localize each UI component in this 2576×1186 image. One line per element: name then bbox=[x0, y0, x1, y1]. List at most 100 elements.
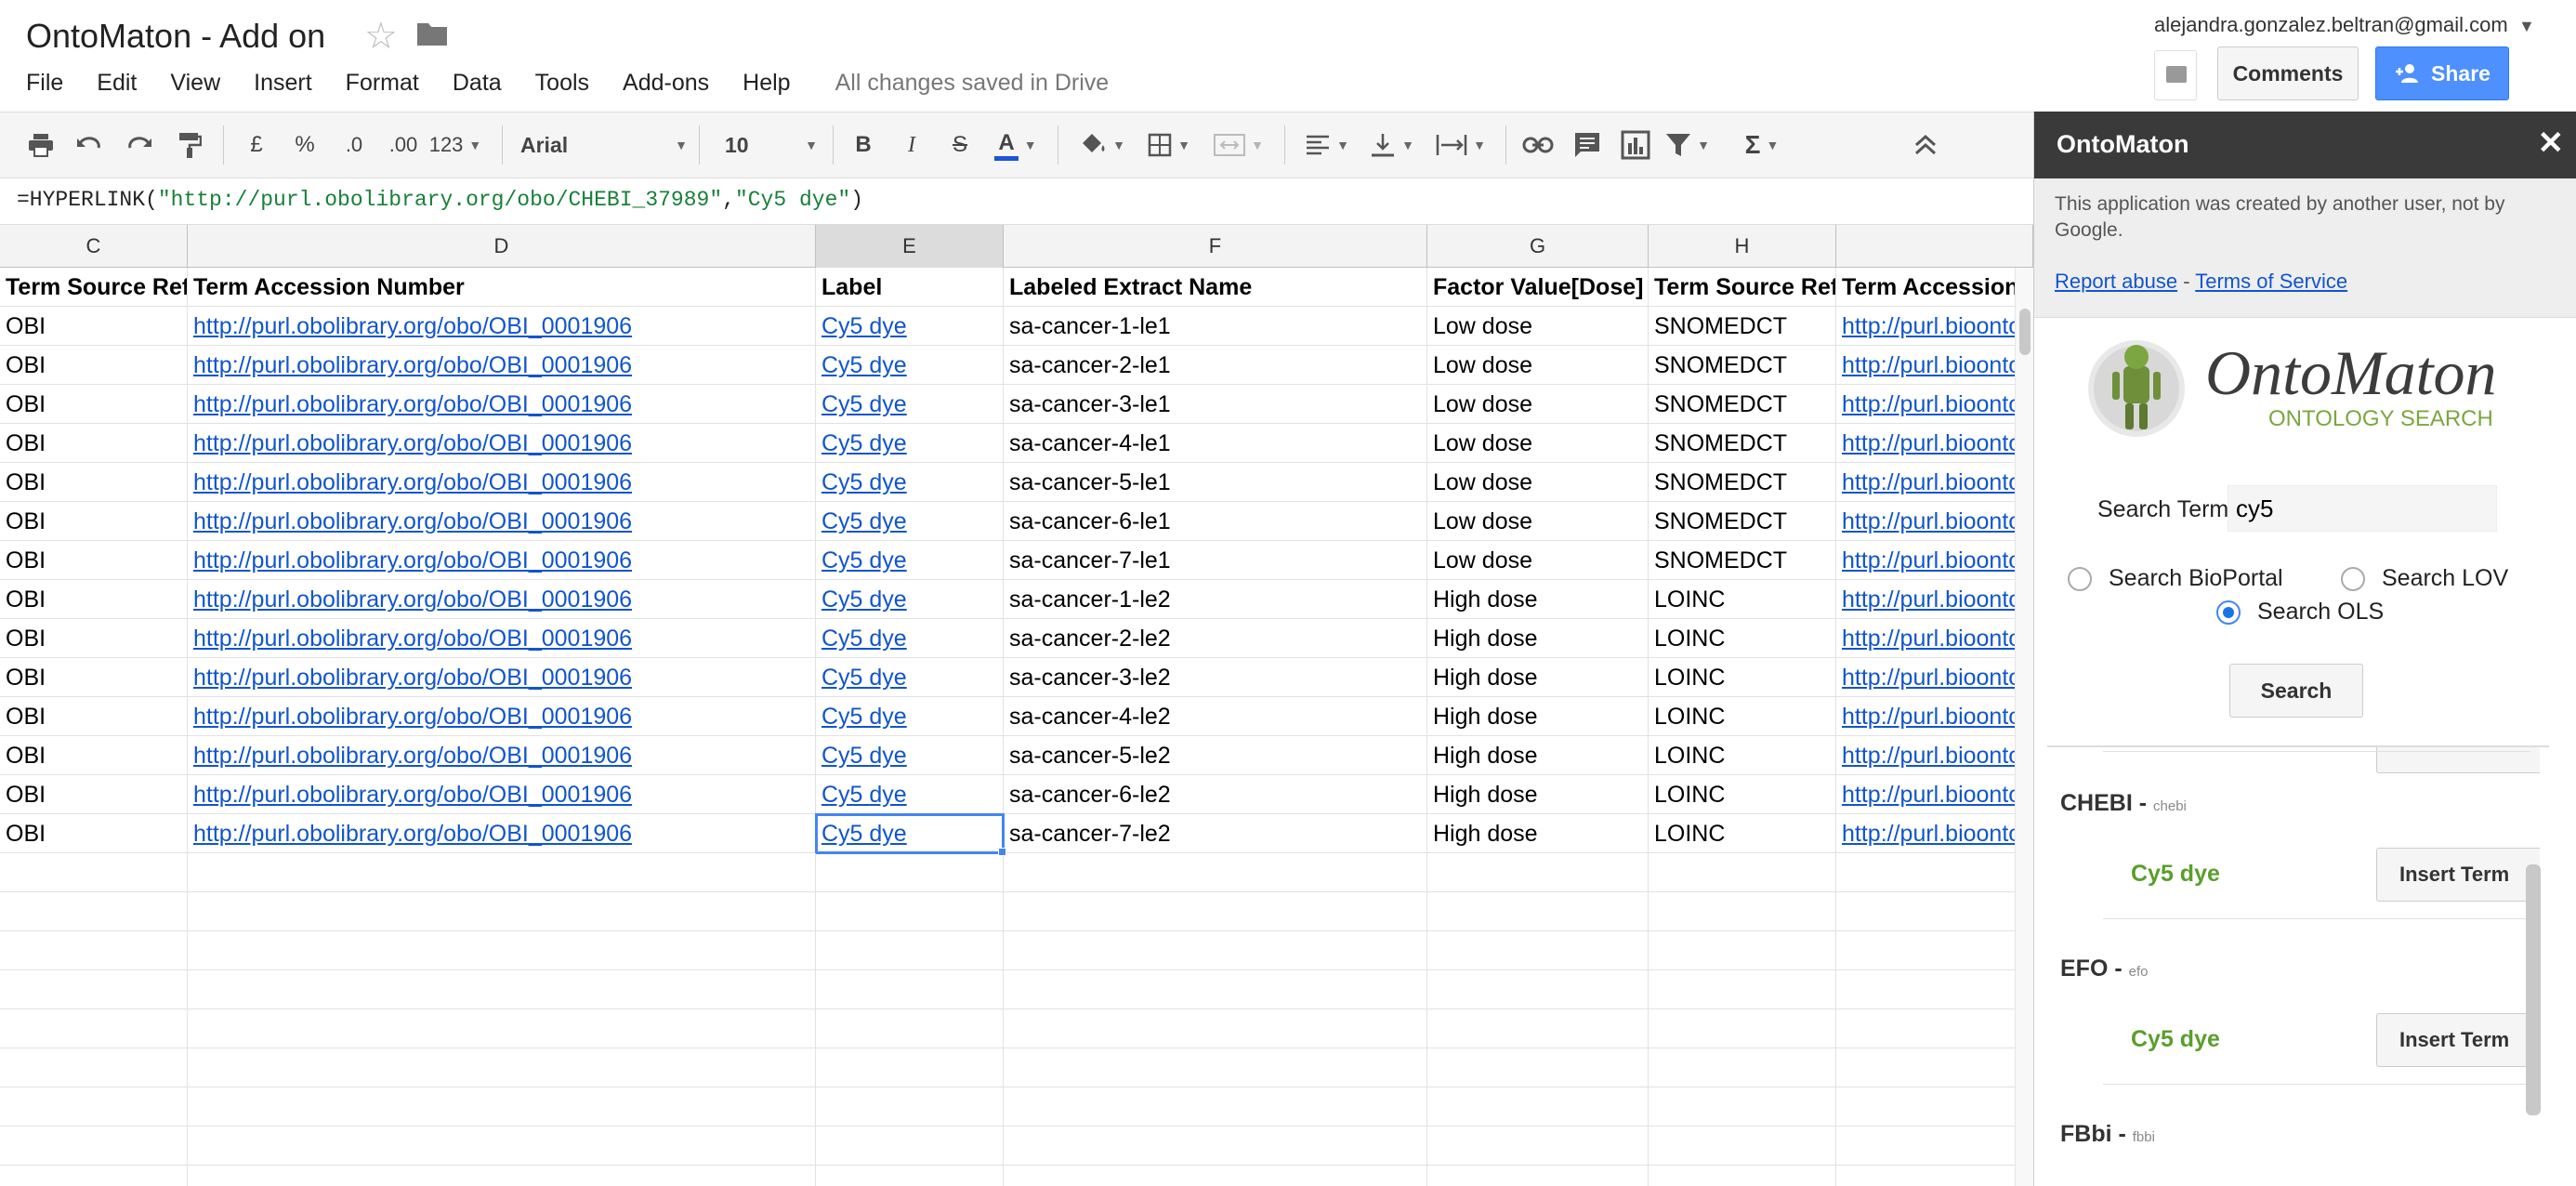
grid-cell[interactable]: OBI bbox=[0, 619, 188, 658]
empty-cell[interactable] bbox=[1836, 1127, 2033, 1166]
grid-cell[interactable]: sa-cancer-2-le2 bbox=[1004, 619, 1427, 658]
empty-cell[interactable] bbox=[1427, 1127, 1649, 1166]
grid-cell[interactable]: http://purl.obolibrary.org/obo/OBI_00019… bbox=[188, 541, 816, 580]
grid-cell[interactable]: OBI bbox=[0, 385, 188, 424]
print-icon[interactable] bbox=[24, 125, 58, 165]
menu-add-ons[interactable]: Add-ons bbox=[623, 70, 709, 97]
empty-cell[interactable] bbox=[188, 1048, 816, 1087]
font-size-dropdown[interactable]: 10 ▼ bbox=[725, 125, 818, 165]
grid-cell[interactable]: http://purl.bioontology.org bbox=[1836, 541, 2033, 580]
grid-cell[interactable]: sa-cancer-5-le1 bbox=[1004, 463, 1427, 502]
grid-cell[interactable]: http://purl.bioontology.org bbox=[1836, 697, 2033, 736]
report-abuse-link[interactable]: Report abuse bbox=[2055, 270, 2177, 293]
folder-icon[interactable] bbox=[416, 20, 448, 46]
grid-cell[interactable]: SNOMEDCT bbox=[1649, 307, 1836, 346]
grid-cell[interactable]: http://purl.obolibrary.org/obo/OBI_00019… bbox=[188, 580, 816, 619]
menu-format[interactable]: Format bbox=[346, 70, 419, 97]
radio-button[interactable] bbox=[2068, 566, 2092, 591]
grid-cell[interactable]: http://purl.obolibrary.org/obo/OBI_00019… bbox=[188, 658, 816, 697]
grid-cell[interactable]: OBI bbox=[0, 775, 188, 814]
grid-cell[interactable]: http://purl.bioontology.org bbox=[1836, 814, 2033, 853]
insert-term-button[interactable]: Insert Term bbox=[2376, 1013, 2540, 1067]
grid-cell[interactable]: Cy5 dye bbox=[816, 619, 1004, 658]
empty-cell[interactable] bbox=[0, 1127, 188, 1166]
grid-cell[interactable]: Low dose bbox=[1427, 307, 1649, 346]
empty-cell[interactable] bbox=[1649, 970, 1836, 1009]
italic-button[interactable]: I bbox=[896, 125, 927, 165]
share-button[interactable]: Share bbox=[2375, 46, 2509, 100]
redo-icon[interactable] bbox=[123, 125, 156, 165]
grid-cell[interactable]: High dose bbox=[1427, 814, 1649, 853]
fill-color-dropdown[interactable]: ▼ bbox=[1074, 125, 1130, 165]
empty-cell[interactable] bbox=[0, 931, 188, 970]
grid-cell[interactable]: OBI bbox=[0, 463, 188, 502]
grid-cell[interactable]: LOINC bbox=[1649, 580, 1836, 619]
empty-cell[interactable] bbox=[188, 1009, 816, 1048]
grid-cell[interactable]: Cy5 dye bbox=[816, 541, 1004, 580]
empty-cell[interactable] bbox=[1004, 931, 1427, 970]
insert-term-button[interactable]: Insert Term bbox=[2376, 848, 2540, 902]
grid-cell[interactable]: OBI bbox=[0, 736, 188, 775]
radio-search-ols[interactable]: Search OLS bbox=[2216, 599, 2384, 626]
grid-vertical-scrollbar[interactable] bbox=[2015, 268, 2033, 1186]
grid-cell[interactable]: http://purl.bioontology.org bbox=[1836, 307, 2033, 346]
empty-cell[interactable] bbox=[188, 970, 816, 1009]
vertical-align-dropdown[interactable]: ▼ bbox=[1364, 125, 1420, 165]
empty-cell[interactable] bbox=[0, 1166, 188, 1186]
empty-cell[interactable] bbox=[0, 1048, 188, 1087]
empty-cell[interactable] bbox=[1004, 1087, 1427, 1127]
empty-cell[interactable] bbox=[1004, 1166, 1427, 1186]
grid-cell[interactable]: LOINC bbox=[1649, 775, 1836, 814]
grid-cell[interactable]: http://purl.obolibrary.org/obo/OBI_00019… bbox=[188, 502, 816, 541]
radio-search-bioportal[interactable]: Search BioPortal bbox=[2068, 565, 2283, 592]
empty-cell[interactable] bbox=[1836, 853, 2033, 892]
empty-cell[interactable] bbox=[1004, 892, 1427, 931]
grid-cell[interactable]: Low dose bbox=[1427, 463, 1649, 502]
selected-cell[interactable]: Cy5 dye bbox=[815, 813, 1005, 854]
menu-help[interactable]: Help bbox=[743, 70, 790, 97]
grid-cell[interactable]: LOINC bbox=[1649, 697, 1836, 736]
grid-cell[interactable]: OBI bbox=[0, 658, 188, 697]
grid-cell[interactable]: sa-cancer-4-le2 bbox=[1004, 697, 1427, 736]
grid-cell[interactable]: LOINC bbox=[1649, 658, 1836, 697]
empty-cell[interactable] bbox=[1427, 931, 1649, 970]
grid-cell[interactable]: Cy5 dye bbox=[816, 502, 1004, 541]
empty-cell[interactable] bbox=[1427, 892, 1649, 931]
grid-cell[interactable]: OBI bbox=[0, 697, 188, 736]
empty-cell[interactable] bbox=[1836, 892, 2033, 931]
formula-bar[interactable]: =HYPERLINK("http://purl.obolibrary.org/o… bbox=[0, 178, 2033, 225]
formula-input[interactable]: =HYPERLINK("http://purl.obolibrary.org/o… bbox=[17, 188, 863, 212]
grid-cell[interactable]: Low dose bbox=[1427, 541, 1649, 580]
grid-cell[interactable]: http://purl.obolibrary.org/obo/OBI_00019… bbox=[188, 775, 816, 814]
grid-cell[interactable]: OBI bbox=[0, 424, 188, 463]
empty-cell[interactable] bbox=[1004, 1127, 1427, 1166]
grid-cell[interactable]: High dose bbox=[1427, 619, 1649, 658]
empty-cell[interactable] bbox=[1836, 931, 2033, 970]
increase-decimal-button[interactable]: .00 bbox=[381, 125, 426, 165]
grid-cell[interactable]: LOINC bbox=[1649, 619, 1836, 658]
empty-cell[interactable] bbox=[0, 853, 188, 892]
empty-cell[interactable] bbox=[0, 1087, 188, 1127]
font-family-dropdown[interactable]: Arial ▼ bbox=[520, 125, 688, 165]
empty-cell[interactable] bbox=[816, 892, 1004, 931]
empty-cell[interactable] bbox=[1836, 970, 2033, 1009]
empty-cell[interactable] bbox=[1649, 1009, 1836, 1048]
empty-cell[interactable] bbox=[1427, 1009, 1649, 1048]
empty-cell[interactable] bbox=[816, 1087, 1004, 1127]
grid-cell[interactable]: sa-cancer-1-le2 bbox=[1004, 580, 1427, 619]
insert-chart-button[interactable] bbox=[1617, 125, 1654, 165]
grid-cell[interactable]: http://purl.bioontology.org bbox=[1836, 502, 2033, 541]
grid-cell[interactable]: http://purl.bioontology.org bbox=[1836, 736, 2033, 775]
grid-cell[interactable]: sa-cancer-1-le1 bbox=[1004, 307, 1427, 346]
text-wrapping-dropdown[interactable]: ▼ bbox=[1429, 125, 1492, 165]
number-format-dropdown[interactable]: 123 ▼ bbox=[427, 125, 483, 165]
grid-cell[interactable]: http://purl.bioontology.org bbox=[1836, 424, 2033, 463]
bold-button[interactable]: B bbox=[848, 125, 879, 165]
grid-cell[interactable]: Low dose bbox=[1427, 502, 1649, 541]
grid-cell[interactable]: Low dose bbox=[1427, 346, 1649, 385]
grid-cell[interactable]: SNOMEDCT bbox=[1649, 502, 1836, 541]
column-header[interactable]: G bbox=[1427, 225, 1649, 268]
header-cell[interactable]: Term Accession Number bbox=[1836, 268, 2033, 307]
search-button[interactable]: Search bbox=[2229, 664, 2363, 718]
column-header[interactable]: C bbox=[0, 225, 188, 268]
